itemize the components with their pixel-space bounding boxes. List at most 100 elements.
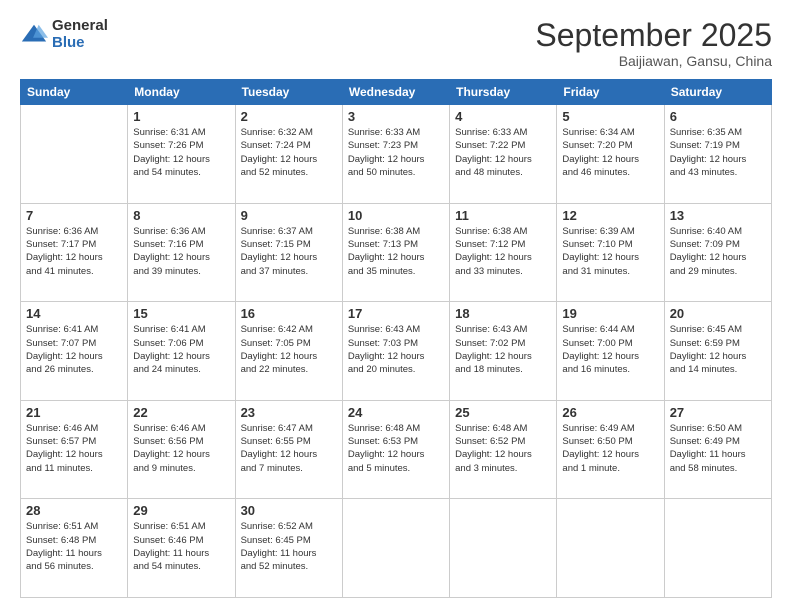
day-number: 27 xyxy=(670,405,766,420)
day-info: Sunrise: 6:38 AM Sunset: 7:12 PM Dayligh… xyxy=(455,225,551,278)
day-info: Sunrise: 6:32 AM Sunset: 7:24 PM Dayligh… xyxy=(241,126,337,179)
day-number: 3 xyxy=(348,109,444,124)
calendar-cell: 5 Sunrise: 6:34 AM Sunset: 7:20 PM Daylig… xyxy=(557,105,664,204)
calendar-cell: 26Sunrise: 6:49 AM Sunset: 6:50 PM Dayli… xyxy=(557,400,664,499)
logo-general: General xyxy=(52,18,108,35)
calendar-cell: 6Sunrise: 6:35 AM Sunset: 7:19 PM Daylig… xyxy=(664,105,771,204)
calendar-cell: 3 Sunrise: 6:33 AM Sunset: 7:23 PM Daylig… xyxy=(342,105,449,204)
logo-blue: Blue xyxy=(52,35,108,52)
calendar-cell: 22 Sunrise: 6:46 AM Sunset: 6:56 PM Dayli… xyxy=(128,400,235,499)
weekday-header-saturday: Saturday xyxy=(664,80,771,105)
day-number: 18 xyxy=(455,306,551,321)
day-info: Sunrise: 6:38 AM Sunset: 7:13 PM Dayligh… xyxy=(348,225,444,278)
day-number: 24 xyxy=(348,405,444,420)
logo-text: General Blue xyxy=(52,18,108,51)
location: Baijiawan, Gansu, China xyxy=(535,53,772,69)
calendar-week-2: 14 Sunrise: 6:41 AM Sunset: 7:07 PM Dayli… xyxy=(21,302,772,401)
day-number: 10 xyxy=(348,208,444,223)
day-number: 15 xyxy=(133,306,229,321)
day-info: Sunrise: 6:37 AM Sunset: 7:15 PM Dayligh… xyxy=(241,225,337,278)
day-number: 28 xyxy=(26,503,122,518)
day-info: Sunrise: 6:48 AM Sunset: 6:52 PM Dayligh… xyxy=(455,422,551,475)
calendar-cell: 18 Sunrise: 6:43 AM Sunset: 7:02 PM Dayli… xyxy=(450,302,557,401)
day-info: Sunrise: 6:51 AM Sunset: 6:46 PM Dayligh… xyxy=(133,520,229,573)
calendar-cell: 20 Sunrise: 6:45 AM Sunset: 6:59 PM Dayli… xyxy=(664,302,771,401)
calendar-cell xyxy=(450,499,557,598)
day-number: 7 xyxy=(26,208,122,223)
day-info: Sunrise: 6:43 AM Sunset: 7:03 PM Dayligh… xyxy=(348,323,444,376)
calendar-cell: 24 Sunrise: 6:48 AM Sunset: 6:53 PM Dayli… xyxy=(342,400,449,499)
weekday-header-monday: Monday xyxy=(128,80,235,105)
calendar-cell xyxy=(342,499,449,598)
day-info: Sunrise: 6:41 AM Sunset: 7:06 PM Dayligh… xyxy=(133,323,229,376)
day-number: 9 xyxy=(241,208,337,223)
calendar-cell xyxy=(21,105,128,204)
day-info: Sunrise: 6:33 AM Sunset: 7:22 PM Dayligh… xyxy=(455,126,551,179)
day-number: 25 xyxy=(455,405,551,420)
day-info: Sunrise: 6:48 AM Sunset: 6:53 PM Dayligh… xyxy=(348,422,444,475)
day-info: Sunrise: 6:40 AM Sunset: 7:09 PM Dayligh… xyxy=(670,225,766,278)
day-number: 5 xyxy=(562,109,658,124)
calendar-cell: 16 Sunrise: 6:42 AM Sunset: 7:05 PM Dayli… xyxy=(235,302,342,401)
day-number: 12 xyxy=(562,208,658,223)
day-info: Sunrise: 6:36 AM Sunset: 7:17 PM Dayligh… xyxy=(26,225,122,278)
day-info: Sunrise: 6:47 AM Sunset: 6:55 PM Dayligh… xyxy=(241,422,337,475)
day-info: Sunrise: 6:45 AM Sunset: 6:59 PM Dayligh… xyxy=(670,323,766,376)
day-info: Sunrise: 6:33 AM Sunset: 7:23 PM Dayligh… xyxy=(348,126,444,179)
calendar-cell: 27 Sunrise: 6:50 AM Sunset: 6:49 PM Dayli… xyxy=(664,400,771,499)
day-number: 6 xyxy=(670,109,766,124)
calendar-cell: 8Sunrise: 6:36 AM Sunset: 7:16 PM Daylig… xyxy=(128,203,235,302)
calendar-cell: 12 Sunrise: 6:39 AM Sunset: 7:10 PM Dayli… xyxy=(557,203,664,302)
day-number: 16 xyxy=(241,306,337,321)
calendar-cell xyxy=(664,499,771,598)
calendar-cell: 21 Sunrise: 6:46 AM Sunset: 6:57 PM Dayli… xyxy=(21,400,128,499)
day-number: 29 xyxy=(133,503,229,518)
page: General Blue September 2025 Baijiawan, G… xyxy=(0,0,792,612)
calendar-week-3: 21 Sunrise: 6:46 AM Sunset: 6:57 PM Dayli… xyxy=(21,400,772,499)
day-info: Sunrise: 6:51 AM Sunset: 6:48 PM Dayligh… xyxy=(26,520,122,573)
day-info: Sunrise: 6:49 AM Sunset: 6:50 PM Dayligh… xyxy=(562,422,658,475)
day-number: 30 xyxy=(241,503,337,518)
day-number: 4 xyxy=(455,109,551,124)
weekday-header-tuesday: Tuesday xyxy=(235,80,342,105)
day-number: 22 xyxy=(133,405,229,420)
calendar-cell: 28 Sunrise: 6:51 AM Sunset: 6:48 PM Dayli… xyxy=(21,499,128,598)
weekday-header-thursday: Thursday xyxy=(450,80,557,105)
calendar-cell: 9 Sunrise: 6:37 AM Sunset: 7:15 PM Daylig… xyxy=(235,203,342,302)
calendar-cell: 17 Sunrise: 6:43 AM Sunset: 7:03 PM Dayli… xyxy=(342,302,449,401)
day-info: Sunrise: 6:42 AM Sunset: 7:05 PM Dayligh… xyxy=(241,323,337,376)
day-number: 8 xyxy=(133,208,229,223)
day-number: 20 xyxy=(670,306,766,321)
day-info: Sunrise: 6:46 AM Sunset: 6:56 PM Dayligh… xyxy=(133,422,229,475)
calendar-table: SundayMondayTuesdayWednesdayThursdayFrid… xyxy=(20,79,772,598)
calendar-cell: 10 Sunrise: 6:38 AM Sunset: 7:13 PM Dayli… xyxy=(342,203,449,302)
calendar-cell: 4 Sunrise: 6:33 AM Sunset: 7:22 PM Daylig… xyxy=(450,105,557,204)
weekday-header-friday: Friday xyxy=(557,80,664,105)
day-info: Sunrise: 6:46 AM Sunset: 6:57 PM Dayligh… xyxy=(26,422,122,475)
calendar-cell: 1 Sunrise: 6:31 AM Sunset: 7:26 PM Daylig… xyxy=(128,105,235,204)
calendar-cell: 25 Sunrise: 6:48 AM Sunset: 6:52 PM Dayli… xyxy=(450,400,557,499)
day-info: Sunrise: 6:43 AM Sunset: 7:02 PM Dayligh… xyxy=(455,323,551,376)
day-info: Sunrise: 6:41 AM Sunset: 7:07 PM Dayligh… xyxy=(26,323,122,376)
calendar-week-1: 7 Sunrise: 6:36 AM Sunset: 7:17 PM Daylig… xyxy=(21,203,772,302)
logo-icon xyxy=(20,21,48,49)
day-info: Sunrise: 6:50 AM Sunset: 6:49 PM Dayligh… xyxy=(670,422,766,475)
calendar-cell: 2Sunrise: 6:32 AM Sunset: 7:24 PM Daylig… xyxy=(235,105,342,204)
day-info: Sunrise: 6:34 AM Sunset: 7:20 PM Dayligh… xyxy=(562,126,658,179)
day-number: 1 xyxy=(133,109,229,124)
day-info: Sunrise: 6:44 AM Sunset: 7:00 PM Dayligh… xyxy=(562,323,658,376)
calendar-cell: 13Sunrise: 6:40 AM Sunset: 7:09 PM Dayli… xyxy=(664,203,771,302)
day-number: 21 xyxy=(26,405,122,420)
calendar-cell: 15 Sunrise: 6:41 AM Sunset: 7:06 PM Dayli… xyxy=(128,302,235,401)
logo: General Blue xyxy=(20,18,108,51)
day-info: Sunrise: 6:31 AM Sunset: 7:26 PM Dayligh… xyxy=(133,126,229,179)
calendar-week-0: 1 Sunrise: 6:31 AM Sunset: 7:26 PM Daylig… xyxy=(21,105,772,204)
day-number: 14 xyxy=(26,306,122,321)
day-number: 19 xyxy=(562,306,658,321)
calendar-cell: 23 Sunrise: 6:47 AM Sunset: 6:55 PM Dayli… xyxy=(235,400,342,499)
weekday-header-wednesday: Wednesday xyxy=(342,80,449,105)
day-number: 23 xyxy=(241,405,337,420)
day-info: Sunrise: 6:39 AM Sunset: 7:10 PM Dayligh… xyxy=(562,225,658,278)
calendar-cell: 30Sunrise: 6:52 AM Sunset: 6:45 PM Dayli… xyxy=(235,499,342,598)
day-number: 17 xyxy=(348,306,444,321)
